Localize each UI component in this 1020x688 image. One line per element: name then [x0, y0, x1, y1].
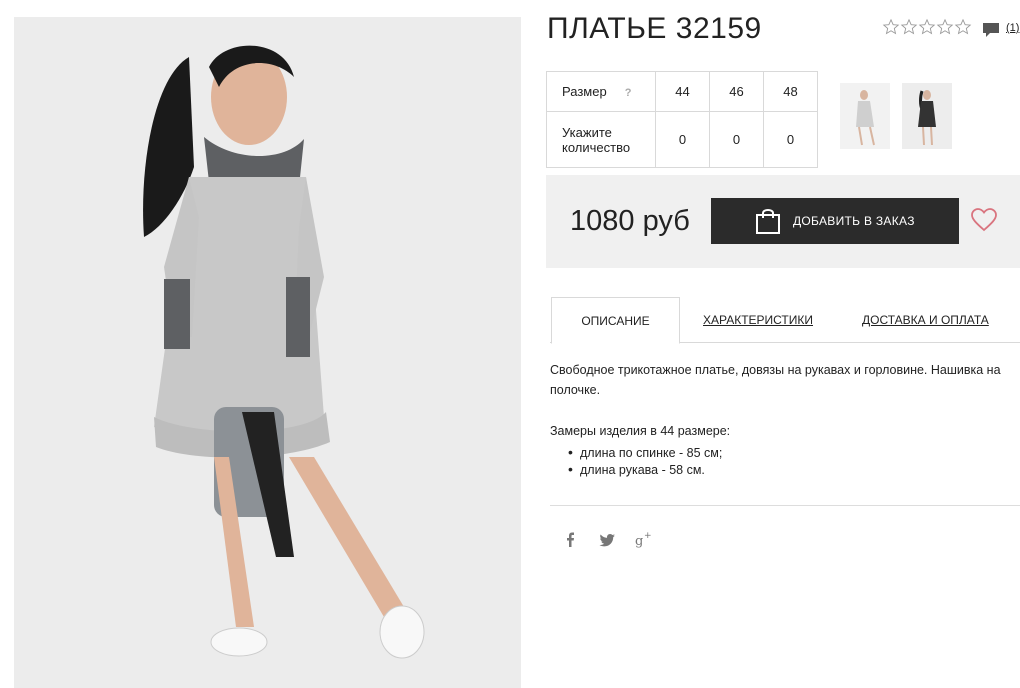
product-price: 1080 руб — [570, 205, 690, 237]
add-to-order-label: ДОБАВИТЬ В ЗАКАЗ — [793, 214, 915, 228]
price-box: 1080 руб ДОБАВИТЬ В ЗАКАЗ — [546, 175, 1020, 268]
rating-stars[interactable] — [882, 18, 972, 36]
facebook-icon[interactable] — [561, 530, 581, 550]
tab-delivery-payment[interactable]: ДОСТАВКА И ОПЛАТА — [862, 297, 989, 343]
heart-icon[interactable] — [971, 208, 997, 232]
quantity-label-cell: Укажите количество — [546, 111, 656, 168]
star-outline-icon[interactable] — [900, 18, 918, 36]
comment-count-link[interactable]: (1) — [1006, 22, 1019, 34]
size-help-icon[interactable]: ? — [625, 87, 632, 99]
quantity-label-line2: количество — [562, 139, 631, 155]
divider — [550, 505, 1020, 506]
svg-text:+: + — [644, 531, 652, 541]
quantity-input-48[interactable]: 0 — [763, 111, 818, 168]
size-option-44[interactable]: 44 — [655, 71, 710, 112]
quantity-label-line1: Укажите — [562, 124, 612, 140]
product-title: ПЛАТЬЕ 32159 — [547, 12, 762, 45]
star-outline-icon[interactable] — [882, 18, 900, 36]
main-product-photo[interactable] — [14, 17, 521, 688]
measurements-title: Замеры изделия в 44 размере: — [550, 424, 731, 438]
star-outline-icon[interactable] — [936, 18, 954, 36]
list-item: длина рукава - 58 см. — [568, 461, 722, 478]
svg-text:g: g — [635, 534, 643, 549]
comment-icon[interactable] — [982, 21, 1000, 39]
size-option-46[interactable]: 46 — [709, 71, 764, 112]
quantity-input-44[interactable]: 0 — [655, 111, 710, 168]
product-tabs: ОПИСАНИЕ ХАРАКТЕРИСТИКИ ДОСТАВКА И ОПЛАТ… — [550, 297, 1020, 344]
twitter-icon[interactable] — [597, 530, 617, 550]
size-option-48[interactable]: 48 — [763, 71, 818, 112]
product-description: Свободное трикотажное платье, довязы на … — [550, 363, 1001, 397]
add-to-order-button[interactable]: ДОБАВИТЬ В ЗАКАЗ — [711, 198, 959, 244]
list-item: длина по спинке - 85 см; — [568, 444, 722, 461]
google-plus-icon[interactable]: g + — [634, 530, 654, 550]
star-outline-icon[interactable] — [954, 18, 972, 36]
size-label-cell: Размер? — [546, 71, 656, 112]
tab-characteristics[interactable]: ХАРАКТЕРИСТИКИ — [703, 297, 813, 343]
shopping-bag-icon — [753, 206, 783, 236]
size-table: Размер? 44 46 48 Укажите количество 0 0 0 — [546, 71, 818, 168]
quantity-input-46[interactable]: 0 — [709, 111, 764, 168]
size-label: Размер — [562, 84, 607, 99]
thumbnail-2[interactable] — [902, 83, 952, 149]
star-outline-icon[interactable] — [918, 18, 936, 36]
thumbnail-1[interactable] — [840, 83, 890, 149]
measurements-list: длина по спинке - 85 см; длина рукава - … — [568, 444, 722, 478]
tab-description[interactable]: ОПИСАНИЕ — [551, 297, 680, 344]
